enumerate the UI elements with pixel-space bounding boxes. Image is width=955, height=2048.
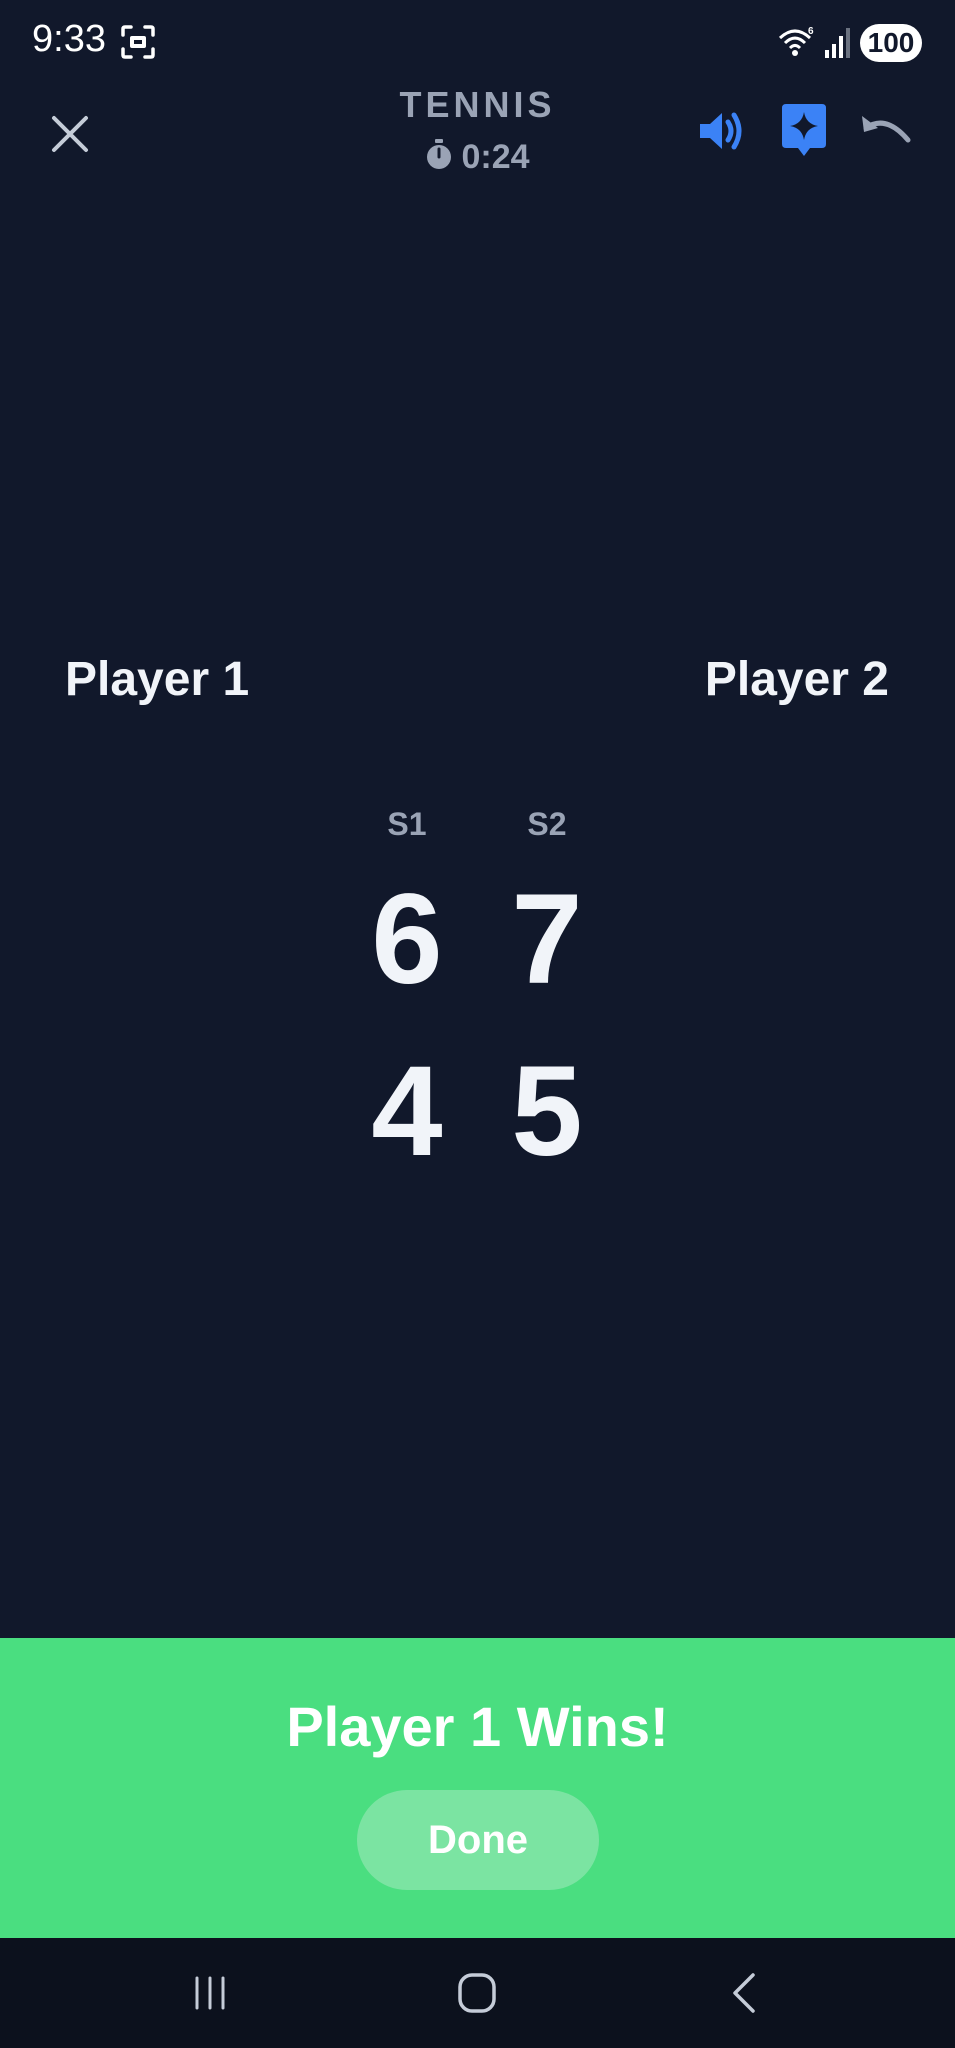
tennis-scoreboard-screen: 9:33 6 100 TENNIS 0:24 Player 1 Player 2…	[0, 0, 955, 2048]
undo-icon[interactable]	[860, 110, 912, 154]
timer-value: 0:24	[461, 138, 530, 176]
svg-text:6: 6	[808, 26, 814, 37]
player-2-name: Player 2	[704, 653, 889, 706]
system-nav-bar	[0, 1938, 955, 2048]
player-1-name: Player 1	[65, 653, 250, 706]
back-icon[interactable]	[715, 1968, 775, 2018]
win-banner: Player 1 Wins! Done	[0, 1638, 955, 1938]
player-2-set-2-score: 5	[511, 1040, 583, 1183]
signal-icon	[825, 28, 850, 58]
set-1-label: S1	[387, 806, 427, 842]
battery-indicator: 100	[860, 24, 922, 62]
set-2-label: S2	[527, 806, 567, 842]
screen-record-icon	[121, 25, 155, 59]
status-time: 9:33	[32, 18, 106, 60]
ai-sparkle-icon[interactable]	[782, 104, 826, 156]
player-1-set-1-score: 6	[371, 868, 443, 1011]
winner-message: Player 1 Wins!	[286, 1695, 669, 1758]
player-1-set-2-score: 7	[511, 868, 583, 1011]
recents-icon[interactable]	[180, 1968, 240, 2018]
status-bar: 9:33 6 100	[0, 0, 955, 90]
wifi-icon: 6	[778, 26, 814, 56]
home-icon[interactable]	[447, 1968, 507, 2018]
done-button[interactable]: Done	[357, 1790, 599, 1890]
player-2-set-1-score: 4	[371, 1040, 443, 1183]
stopwatch-icon	[427, 139, 452, 169]
sound-icon[interactable]	[696, 106, 746, 156]
